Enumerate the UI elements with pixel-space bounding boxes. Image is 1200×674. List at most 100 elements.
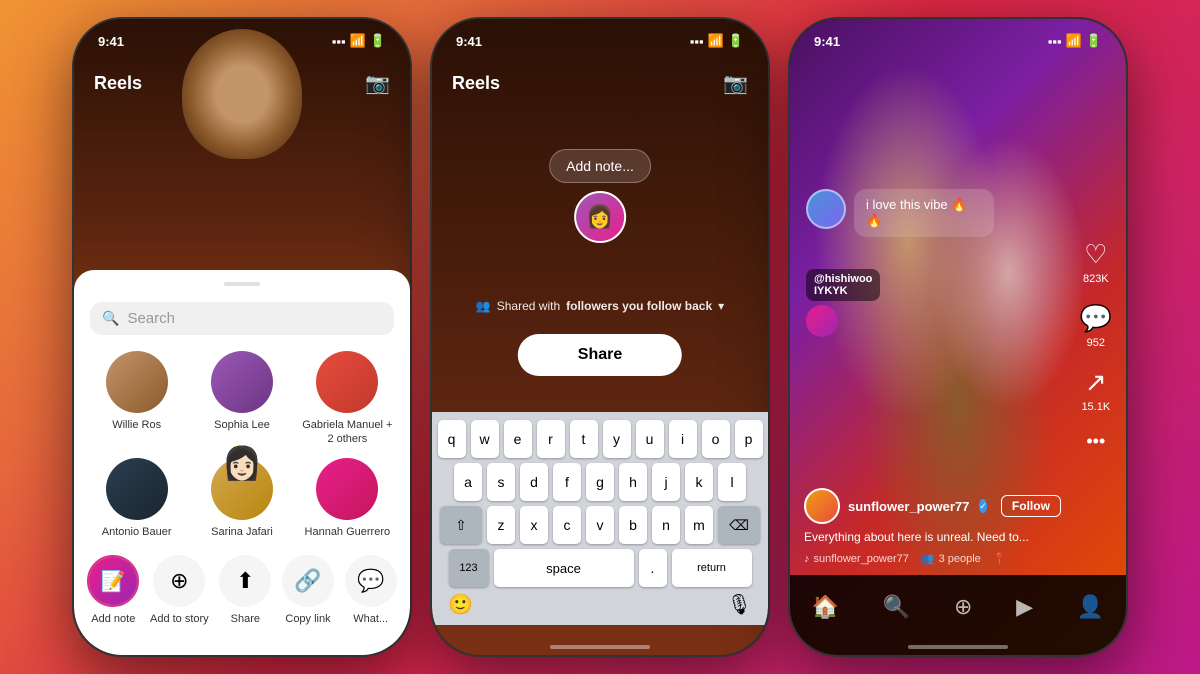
key-a[interactable]: a: [454, 463, 482, 501]
music-label: sunflower_power77: [814, 553, 909, 565]
key-l[interactable]: l: [718, 463, 746, 501]
key-return[interactable]: return: [672, 549, 752, 587]
key-h[interactable]: h: [619, 463, 647, 501]
battery-icon-3: 🔋: [1086, 33, 1102, 49]
vibe-bubble: i love this vibe 🔥🔥: [854, 189, 994, 237]
nav-create[interactable]: ⊕: [954, 594, 972, 620]
wifi-icon-2: 📶: [708, 33, 724, 49]
mic-button[interactable]: 🎙: [727, 592, 752, 617]
contact-avatar-6: [316, 458, 378, 520]
contact-avatar-3: [316, 351, 378, 413]
people-icon-3: 👥: [921, 552, 935, 565]
contact-item-6[interactable]: Hannah Guerrero: [301, 458, 394, 539]
creator-avatar: [804, 488, 840, 524]
copy-link-button[interactable]: 🔗 Copy link: [282, 555, 334, 625]
key-x[interactable]: x: [520, 506, 548, 544]
contact-item-2[interactable]: Sophia Lee: [195, 351, 288, 445]
username-text: @hishiwoo: [814, 273, 872, 285]
contact-avatar-2: [211, 351, 273, 413]
follow-button[interactable]: Follow: [1001, 495, 1061, 517]
key-d[interactable]: d: [520, 463, 548, 501]
contact-name-2: Sophia Lee: [214, 419, 270, 432]
contact-item-1[interactable]: Willie Ros: [90, 351, 183, 445]
add-to-story-label: Add to story: [150, 613, 209, 625]
battery-icon-2: 🔋: [728, 33, 744, 49]
share-button-action[interactable]: ⬆ Share: [219, 555, 271, 625]
key-v[interactable]: v: [586, 506, 614, 544]
music-meta: ♪ sunflower_power77: [804, 553, 909, 565]
share-glyph: ⬆: [236, 568, 254, 594]
contacts-grid: Willie Ros Sophia Lee Gabriela Manuel + …: [74, 351, 410, 555]
whatsapp-button[interactable]: 💬 What...: [345, 555, 397, 625]
status-time-1: 9:41: [98, 34, 124, 49]
location-icon: 📍: [993, 552, 1007, 565]
like-action[interactable]: ♡ 823K: [1083, 239, 1109, 285]
key-e[interactable]: e: [504, 420, 532, 458]
chevron-down-icon: ▾: [718, 299, 724, 313]
key-s[interactable]: s: [487, 463, 515, 501]
username-avatar: [806, 305, 838, 337]
camera-button-2[interactable]: 📷: [723, 71, 748, 96]
key-u[interactable]: u: [636, 420, 664, 458]
contact-item-4[interactable]: Antonio Bauer: [90, 458, 183, 539]
add-note-label: Add note: [91, 613, 135, 625]
key-c[interactable]: c: [553, 506, 581, 544]
key-b[interactable]: b: [619, 506, 647, 544]
key-q[interactable]: q: [438, 420, 466, 458]
key-m[interactable]: m: [685, 506, 713, 544]
verified-badge: ✓: [979, 499, 987, 513]
comment-count: 952: [1087, 337, 1105, 349]
home-indicator-3: [908, 645, 1008, 649]
search-bar[interactable]: 🔍 Search: [90, 302, 394, 335]
camera-button-1[interactable]: 📷: [365, 71, 390, 96]
vibe-comment: i love this vibe 🔥🔥: [806, 189, 994, 237]
status-bar-1: 9:41 ▪▪▪ 📶 🔋: [74, 19, 410, 63]
contact-item-3[interactable]: Gabriela Manuel + 2 others: [301, 351, 394, 445]
followers-text: followers you follow back: [566, 299, 712, 313]
share-action[interactable]: ↗ 15.1K: [1081, 367, 1110, 413]
add-to-story-button[interactable]: ⊕ Add to story: [150, 555, 209, 625]
key-j[interactable]: j: [652, 463, 680, 501]
emoji-button[interactable]: 🙂: [448, 592, 473, 617]
key-t[interactable]: t: [570, 420, 598, 458]
key-r[interactable]: r: [537, 420, 565, 458]
video-info: sunflower_power77 ✓ Follow Everything ab…: [790, 488, 1071, 565]
wifi-icon: 📶: [350, 33, 366, 49]
key-k[interactable]: k: [685, 463, 713, 501]
username-sub: IYKYK: [814, 285, 872, 297]
nav-profile[interactable]: 👤: [1077, 594, 1104, 620]
nav-home[interactable]: 🏠: [812, 594, 839, 620]
meta-row: ♪ sunflower_power77 👥 3 people 📍: [804, 552, 1057, 565]
share-confirm-button[interactable]: Share: [518, 334, 682, 376]
contact-name-5: Sarina Jafari: [211, 526, 273, 539]
key-n[interactable]: n: [652, 506, 680, 544]
nav-search[interactable]: 🔍: [883, 594, 910, 620]
key-numbers[interactable]: 123: [449, 549, 489, 587]
key-backspace[interactable]: ⌫: [718, 506, 760, 544]
comment-action[interactable]: 💬 952: [1080, 303, 1112, 349]
side-actions: ♡ 823K 💬 952 ↗ 15.1K •••: [1080, 239, 1112, 452]
key-y[interactable]: y: [603, 420, 631, 458]
bottom-nav: 🏠 🔍 ⊕ ▶ 👤: [790, 575, 1126, 655]
key-w[interactable]: w: [471, 420, 499, 458]
key-period[interactable]: .: [639, 549, 667, 587]
key-f[interactable]: f: [553, 463, 581, 501]
key-z[interactable]: z: [487, 506, 515, 544]
commenter-avatar: [806, 189, 846, 229]
key-i[interactable]: i: [669, 420, 697, 458]
copy-link-label: Copy link: [285, 613, 330, 625]
key-g[interactable]: g: [586, 463, 614, 501]
key-p[interactable]: p: [735, 420, 763, 458]
search-icon: 🔍: [102, 310, 119, 327]
more-action[interactable]: •••: [1086, 431, 1105, 452]
key-space[interactable]: space: [494, 549, 634, 587]
shared-with-row[interactable]: 👥 Shared with followers you follow back …: [476, 299, 724, 313]
status-bar-2: 9:41 ▪▪▪ 📶 🔋: [432, 19, 768, 63]
wifi-icon-3: 📶: [1066, 33, 1082, 49]
key-shift[interactable]: ⇧: [440, 506, 482, 544]
note-text-bubble[interactable]: Add note...: [549, 149, 651, 183]
nav-reels[interactable]: ▶: [1016, 594, 1033, 620]
key-o[interactable]: o: [702, 420, 730, 458]
keyboard-row-3: ⇧ z x c v b n m ⌫: [436, 506, 764, 544]
add-note-button[interactable]: 📝 Add note: [87, 555, 139, 625]
